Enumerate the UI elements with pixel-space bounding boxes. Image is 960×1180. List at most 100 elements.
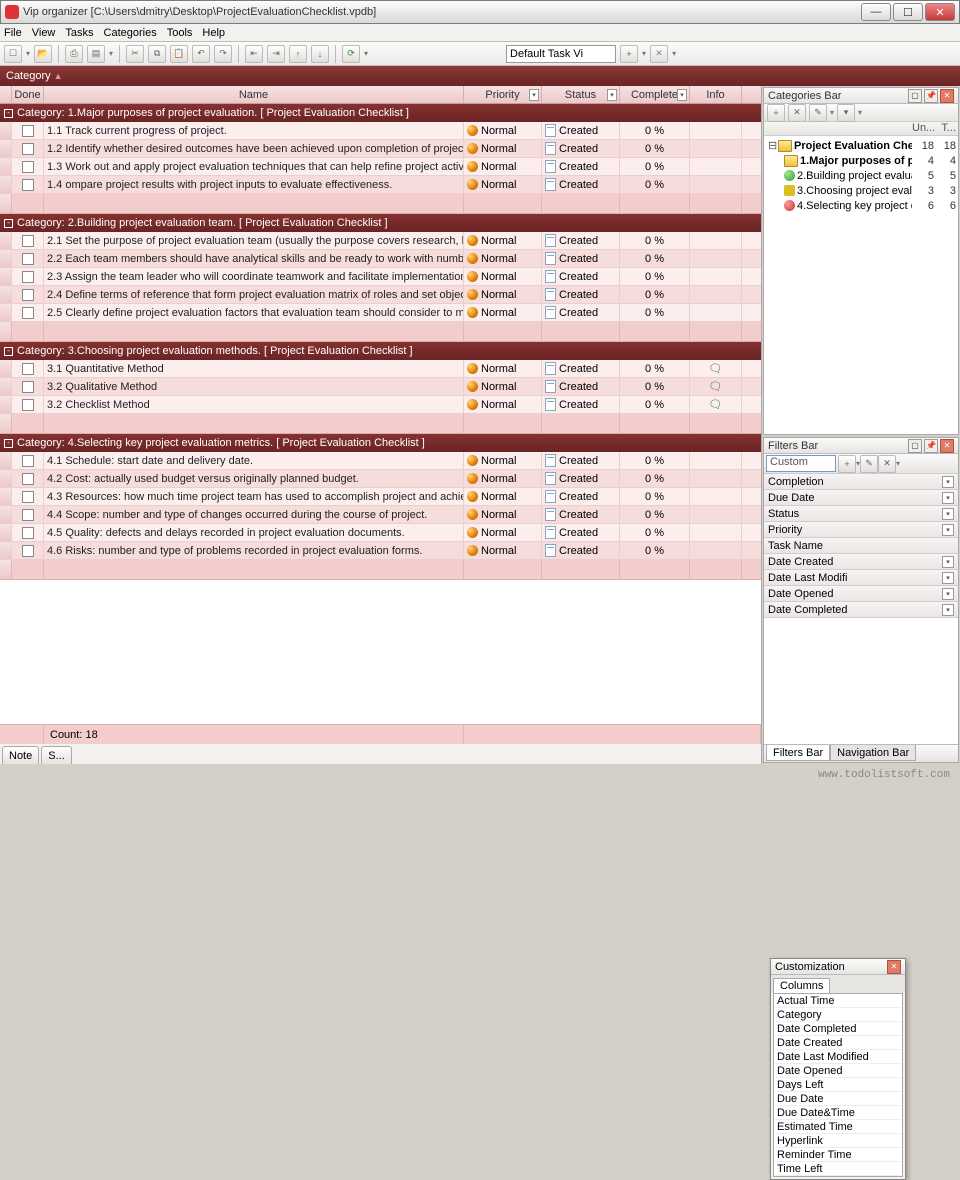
done-checkbox[interactable] [22,545,34,557]
filters-tab[interactable]: Filters Bar [766,745,830,761]
panel-pin-icon[interactable]: 📌 [924,439,938,453]
done-checkbox[interactable] [22,399,34,411]
customization-header[interactable]: Customization ✕ [771,959,905,975]
collapse-icon[interactable]: - [4,347,13,356]
filters-tab[interactable]: Navigation Bar [830,745,916,761]
col-name[interactable]: Name [44,86,464,103]
tb-redo-icon[interactable]: ↷ [214,45,232,63]
tb-addview-icon[interactable]: + [620,45,638,63]
done-checkbox[interactable] [22,363,34,375]
panel-close-icon[interactable]: ✕ [940,89,954,103]
tb-indent-icon[interactable]: ⇤ [245,45,263,63]
chevron-down-icon[interactable]: ▾ [942,604,954,616]
col-complete[interactable]: Complete▾ [620,86,690,103]
chevron-down-icon[interactable]: ▾ [942,556,954,568]
task-row[interactable]: 4.1 Schedule: start date and delivery da… [0,452,761,470]
done-checkbox[interactable] [22,161,34,173]
bottom-tab[interactable]: S... [41,746,72,764]
customization-column-item[interactable]: Date Last Modified [774,1050,902,1064]
task-row[interactable]: 1.2 Identify whether desired outcomes ha… [0,140,761,158]
col-done[interactable]: Done [12,86,44,103]
customization-tab-columns[interactable]: Columns [773,978,830,993]
filter-row[interactable]: Date Completed▾ [764,602,958,618]
task-row[interactable]: 2.5 Clearly define project evaluation fa… [0,304,761,322]
done-checkbox[interactable] [22,289,34,301]
task-row[interactable]: 2.2 Each team members should have analyt… [0,250,761,268]
task-row[interactable]: 2.3 Assign the team leader who will coor… [0,268,761,286]
filter-row[interactable]: Date Created▾ [764,554,958,570]
panel-close-icon[interactable]: ✕ [940,439,954,453]
task-grid[interactable]: -Category: 1.Major purposes of project e… [0,104,761,724]
tb-cut-icon[interactable]: ✂ [126,45,144,63]
customization-columns-list[interactable]: Actual TimeCategoryDate CompletedDate Cr… [773,993,903,1177]
panel-opts-icon[interactable]: ▢ [908,439,922,453]
chevron-down-icon[interactable]: ▾ [677,89,687,101]
filter-row[interactable]: Date Opened▾ [764,586,958,602]
group-header[interactable]: -Category: 4.Selecting key project evalu… [0,434,761,452]
tb-copy-icon[interactable]: ⧉ [148,45,166,63]
filter-edit-icon[interactable]: ✎ [860,455,878,473]
filter-row[interactable]: Due Date▾ [764,490,958,506]
task-row[interactable]: 4.3 Resources: how much time project tea… [0,488,761,506]
chevron-down-icon[interactable]: ▾ [942,508,954,520]
customization-column-item[interactable]: Date Created [774,1036,902,1050]
done-checkbox[interactable] [22,509,34,521]
collapse-icon[interactable]: - [4,219,13,228]
done-checkbox[interactable] [22,381,34,393]
customization-popup[interactable]: Customization ✕ Columns Actual TimeCateg… [770,958,906,1180]
tree-item[interactable]: 3.Choosing project evalua33 [766,183,956,198]
tb-new-icon[interactable]: ☐ [4,45,22,63]
view-selector[interactable]: Default Task Vi [506,45,616,63]
tb-down-icon[interactable]: ↓ [311,45,329,63]
filter-row[interactable]: Status▾ [764,506,958,522]
customization-column-item[interactable]: Days Left [774,1078,902,1092]
menu-file[interactable]: File [4,27,22,39]
customization-column-item[interactable]: Hyperlink [774,1134,902,1148]
task-row[interactable]: 2.4 Define terms of reference that form … [0,286,761,304]
done-checkbox[interactable] [22,473,34,485]
tb-print-icon[interactable]: ⎙ [65,45,83,63]
customization-column-item[interactable]: Date Completed [774,1022,902,1036]
done-checkbox[interactable] [22,179,34,191]
done-checkbox[interactable] [22,143,34,155]
close-button[interactable]: ✕ [925,3,955,21]
group-header[interactable]: -Category: 3.Choosing project evaluation… [0,342,761,360]
col-priority[interactable]: Priority▾ [464,86,542,103]
menu-tools[interactable]: Tools [167,27,193,39]
chevron-down-icon[interactable]: ▾ [529,89,539,101]
collapse-icon[interactable]: - [4,439,13,448]
task-row[interactable]: 3.2 Checklist MethodNormalCreated0 %🗨 [0,396,761,414]
bottom-tab[interactable]: Note [2,746,39,764]
cat-new-icon[interactable]: + [767,104,785,122]
filter-preset-select[interactable]: Custom [766,455,836,472]
group-header[interactable]: -Category: 2.Building project evaluation… [0,214,761,232]
menu-categories[interactable]: Categories [104,27,157,39]
tree-item[interactable]: ⊟Project Evaluation Checkl1818 [766,138,956,153]
filter-add-icon[interactable]: + [838,455,856,473]
cat-filter-icon[interactable]: ▾ [837,104,855,122]
done-checkbox[interactable] [22,125,34,137]
task-row[interactable]: 1.4 ompare project results with project … [0,176,761,194]
cat-edit-icon[interactable]: ✎ [809,104,827,122]
customization-column-item[interactable]: Due Date&Time [774,1106,902,1120]
group-header[interactable]: -Category: 1.Major purposes of project e… [0,104,761,122]
chevron-down-icon[interactable]: ▾ [942,588,954,600]
tb-undo-icon[interactable]: ↶ [192,45,210,63]
filter-row[interactable]: Priority▾ [764,522,958,538]
task-row[interactable]: 3.1 Quantitative MethodNormalCreated0 %🗨 [0,360,761,378]
tb-export-icon[interactable]: ▤ [87,45,105,63]
tb-refresh-icon[interactable]: ⟳ [342,45,360,63]
expand-column[interactable] [0,86,12,103]
filter-row[interactable]: Task Name [764,538,958,554]
filter-row[interactable]: Date Last Modifi▾ [764,570,958,586]
chevron-down-icon[interactable]: ▾ [942,492,954,504]
maximize-button[interactable]: ☐ [893,3,923,21]
menu-view[interactable]: View [32,27,56,39]
categories-tree[interactable]: ⊟Project Evaluation Checkl18181.Major pu… [764,136,958,434]
customization-column-item[interactable]: Date Opened [774,1064,902,1078]
done-checkbox[interactable] [22,253,34,265]
task-row[interactable]: 4.4 Scope: number and type of changes oc… [0,506,761,524]
tb-delview-icon[interactable]: ✕ [650,45,668,63]
customization-column-item[interactable]: Due Date [774,1092,902,1106]
customization-column-item[interactable]: Time Left [774,1162,902,1176]
